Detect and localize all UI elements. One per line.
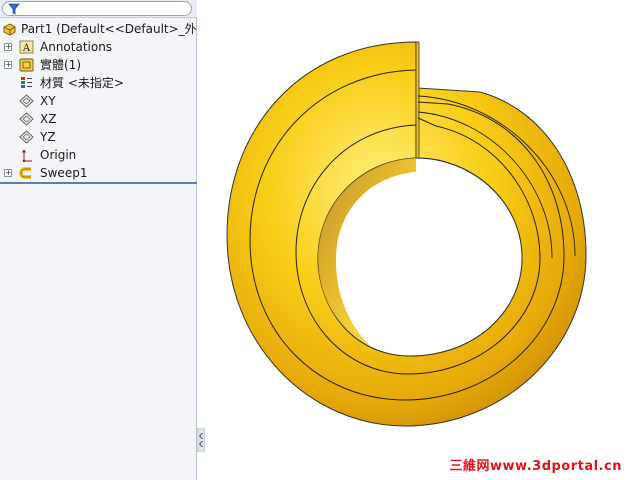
- tree-item-origin[interactable]: Origin: [0, 146, 197, 164]
- graphics-viewport[interactable]: [205, 0, 640, 480]
- tree-item-part[interactable]: Part1 (Default<<Default>_外觀: [0, 20, 197, 38]
- tree-item-label: XY: [40, 94, 56, 108]
- expand-toggle[interactable]: +: [4, 169, 12, 177]
- plane-icon: [19, 94, 34, 108]
- part-icon: [3, 23, 16, 36]
- watermark-text: 三維网www.3dportal.cn: [449, 459, 622, 474]
- tree-item-label: 材質 <未指定>: [40, 76, 124, 90]
- sweep-icon: [19, 167, 31, 179]
- tree-item-sweep1[interactable]: + Sweep1: [0, 164, 197, 182]
- tree-item-label: 實體(1): [40, 58, 81, 72]
- part-label: Part1 (Default<<Default>_外觀: [21, 22, 197, 36]
- tree-item-plane-yz[interactable]: YZ: [0, 128, 197, 146]
- tree-item-annotations[interactable]: + A Annotations: [0, 38, 197, 56]
- tree-item-label: Origin: [40, 148, 77, 162]
- solid-bodies-icon: [19, 58, 34, 72]
- tree-item-label: YZ: [40, 130, 56, 144]
- swept-ring-model[interactable]: [206, 40, 587, 427]
- tree-item-plane-xz[interactable]: XZ: [0, 110, 197, 128]
- tree-divider: [0, 182, 197, 184]
- feature-manager-tree: Part1 (Default<<Default>_外觀 + A Annotati…: [0, 0, 197, 480]
- tree-item-material[interactable]: 材質 <未指定>: [0, 74, 197, 92]
- tree-item-label: XZ: [40, 112, 57, 126]
- tree-item-label: Annotations: [40, 40, 113, 54]
- expand-toggle[interactable]: +: [4, 43, 12, 51]
- tree-item-plane-xy[interactable]: XY: [0, 92, 197, 110]
- panel-splitter-handle[interactable]: [197, 428, 205, 452]
- material-icon: [21, 77, 32, 88]
- origin-icon: [22, 149, 32, 162]
- svg-text:A: A: [22, 43, 31, 54]
- filter-icon[interactable]: [8, 3, 20, 15]
- tree-item-label: Sweep1: [40, 166, 88, 180]
- plane-icon: [19, 112, 34, 126]
- tree-item-solid-bodies[interactable]: + 實體(1): [0, 56, 197, 74]
- expand-toggle[interactable]: +: [4, 61, 12, 69]
- plane-icon: [19, 130, 34, 144]
- filter-input[interactable]: [2, 1, 192, 16]
- annotations-icon: A: [19, 40, 34, 54]
- filter-bar: [0, 0, 197, 18]
